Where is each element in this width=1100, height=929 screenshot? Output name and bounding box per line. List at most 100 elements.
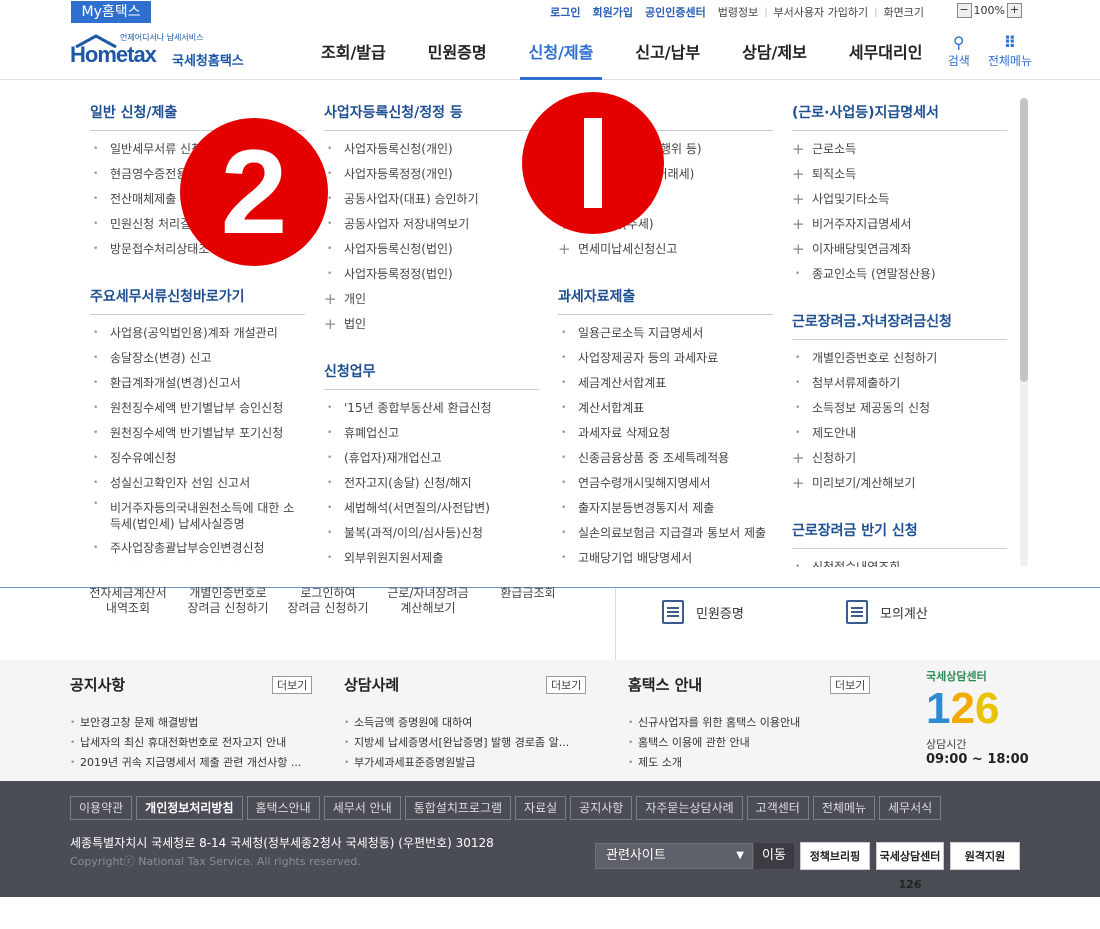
menu-section-title[interactable]: 근로장려금.자녀장려금신청 xyxy=(792,311,1007,340)
footer-link[interactable]: 이용약관 xyxy=(70,796,133,820)
menu-item[interactable]: 일용근로소득 지급명세서 xyxy=(558,321,773,346)
menu-section-title[interactable]: 사업자등록신청/정정 등 xyxy=(324,102,539,131)
notice-item[interactable]: 납세자의 최신 휴대전화번호로 전자고지 안내 xyxy=(70,733,314,753)
notice-item[interactable]: 홈택스 이용에 관한 안내 xyxy=(628,733,872,753)
menu-section-title[interactable]: 근로장려금 반기 신청 xyxy=(792,520,1007,549)
hometax-logo[interactable]: 언제어디서나 납세서비스 Hometax 국세청홈택스 xyxy=(70,32,255,72)
menu-section-title[interactable]: (근로·사업등)지급명세서 xyxy=(792,102,1007,131)
menu-item[interactable]: 세금계산서합계표 xyxy=(558,371,773,396)
menu-item[interactable]: 비거주자등의국내원천소득에 대한 소득세(법인세) 납세사실증명 xyxy=(90,496,305,536)
menu-item[interactable]: 신청하기 xyxy=(792,446,1007,471)
menu-item[interactable]: 미리보기/계산해보기 xyxy=(792,471,1007,496)
menu-item[interactable]: 연금수령개시및해지명세서 xyxy=(558,471,773,496)
nav-item[interactable]: 민원증명 xyxy=(407,24,508,80)
utility-link[interactable]: 법령정보 xyxy=(712,4,764,20)
menu-item[interactable]: 법인 xyxy=(324,312,539,337)
menu-section-title[interactable]: 신청업무 xyxy=(324,361,539,390)
footer-link[interactable]: 자주묻는상담사례 xyxy=(636,796,743,820)
menu-item[interactable]: 사업자등록정정(법인) xyxy=(324,262,539,287)
more-button[interactable]: 더보기 xyxy=(546,676,587,694)
nav-item[interactable]: 상담/제보 xyxy=(721,24,828,80)
menu-item[interactable]: 주사업장총괄납부승인변경신청 xyxy=(90,536,305,561)
footer-link[interactable]: 통합설치프로그램 xyxy=(404,796,512,820)
footer-link[interactable]: 개인정보처리방침 xyxy=(136,796,243,820)
footer-link[interactable]: 전체메뉴 xyxy=(812,796,876,820)
utility-link[interactable]: 부서사용자 가입하기 xyxy=(768,4,875,20)
menu-item[interactable]: 개별인증번호로 신청하기 xyxy=(792,346,1007,371)
nav-item[interactable]: 신청/제출 xyxy=(508,24,615,80)
footer-link[interactable]: 고객센터 xyxy=(746,796,809,820)
menu-item[interactable]: 세법해석(서면질의/사전답변) xyxy=(324,496,539,521)
notice-item[interactable]: 제도 소개 xyxy=(628,753,872,773)
menu-item[interactable]: 이자배당및연금계좌 xyxy=(792,237,1007,262)
menu-item[interactable]: 사업자등록신청(법인) xyxy=(324,237,539,262)
footer-link[interactable]: 공지사항 xyxy=(570,796,633,820)
menu-item[interactable]: 환급계좌개설(변경)신고서 xyxy=(90,371,305,396)
menu-item[interactable]: 비거주자지급명세서 xyxy=(792,212,1007,237)
menu-item[interactable]: 송달장소(변경) 신고 xyxy=(90,346,305,371)
menu-item[interactable]: 공동사업자(대표) 승인하기 xyxy=(324,187,539,212)
zoom-out-button[interactable]: − xyxy=(956,3,972,18)
my-hometax-button[interactable]: My홈택스 xyxy=(71,1,151,23)
menu-item[interactable]: 실손의료보험금 지급결과 통보서 제출 xyxy=(558,521,773,546)
notice-item[interactable]: 부가세과세표준증명원발급 xyxy=(344,753,588,773)
notice-item[interactable]: 소득금액 증명원에 대하여 xyxy=(344,713,588,733)
search-button[interactable]: ⚲ 검색 xyxy=(948,34,970,69)
menu-item[interactable]: 고배당기업 배당명세서 xyxy=(558,546,773,567)
zoom-in-button[interactable]: + xyxy=(1007,3,1022,18)
menu-item[interactable]: 종교인소득 (연말정산용) xyxy=(792,262,1007,287)
menu-item[interactable]: 퇴직소득 xyxy=(792,162,1007,187)
more-button[interactable]: 더보기 xyxy=(830,676,871,694)
nav-item[interactable]: 세무대리인 xyxy=(828,24,944,80)
menu-item[interactable]: 계산서합계표 xyxy=(558,396,773,421)
menu-item[interactable]: '15년 종합부동산세 환급신청 xyxy=(324,396,539,421)
menu-item[interactable]: 개인 xyxy=(324,287,539,312)
remote-support-banner[interactable]: 원격지원 xyxy=(950,842,1020,870)
menu-item[interactable]: 사업용(공익법인용)계좌 개설관리 xyxy=(90,321,305,346)
menu-item[interactable]: 공동사업자 저장내역보기 xyxy=(324,212,539,237)
policy-briefing-banner[interactable]: 정책브리핑 xyxy=(800,842,870,870)
go-button[interactable]: 이동 xyxy=(754,843,794,869)
menu-item[interactable]: 원천징수세액 반기별납부 승인신청 xyxy=(90,396,305,421)
menu-item[interactable]: 경정청구서면 발급신청서 xyxy=(90,561,305,567)
menu-item[interactable]: 성실신고확인자 선임 신고서 xyxy=(90,471,305,496)
notice-item[interactable]: 2019년 귀속 지급명세서 제출 관련 개선사항 ... xyxy=(70,753,314,773)
more-button[interactable]: 더보기 xyxy=(272,676,313,694)
footer-link[interactable]: 세무서 안내 xyxy=(323,796,401,820)
quick-link[interactable]: 환급금조회 xyxy=(478,586,578,616)
menu-item[interactable]: 외부위원지원서제출 xyxy=(324,546,539,567)
menu-item[interactable]: 신청접수내역조회 xyxy=(792,555,1007,567)
quick-link[interactable]: 전자세금계산서 내역조회 xyxy=(78,586,178,616)
menu-scrollbar-thumb[interactable] xyxy=(1020,98,1028,382)
menu-item[interactable]: 소득정보 제공동의 신청 xyxy=(792,396,1007,421)
footer-link[interactable]: 자료실 xyxy=(515,796,567,820)
menu-item[interactable]: 사업장제공자 등의 과세자료 xyxy=(558,346,773,371)
menu-item[interactable]: 사업자등록신청(개인) xyxy=(324,137,539,162)
menu-item[interactable]: 근로소득 xyxy=(792,137,1007,162)
all-menu-button[interactable]: ⠿ 전체메뉴 xyxy=(988,34,1032,69)
menu-item[interactable]: (휴업자)재개업신고 xyxy=(324,446,539,471)
call-center-126[interactable]: 국세상담센터 1 2 6 상담시간 09:00 ~ 18:00 xyxy=(926,668,1036,767)
menu-item[interactable]: 신종금융상품 중 조세특례적용 xyxy=(558,446,773,471)
nav-item[interactable]: 조회/발급 xyxy=(300,24,407,80)
call-center-banner[interactable]: 국세상담센터 126 xyxy=(876,842,944,891)
utility-link[interactable]: 공인인증센터 xyxy=(639,4,712,20)
footer-link[interactable]: 세무서식 xyxy=(879,796,942,820)
related-sites-select[interactable]: 관련사이트 ▼ xyxy=(595,843,753,869)
utility-link[interactable]: 화면크기 xyxy=(878,4,930,20)
menu-section-title[interactable]: 과세자료제출 xyxy=(558,286,773,315)
notice-item[interactable]: 지방세 납세증명서[완납증명] 발행 경로좀 알... xyxy=(344,733,588,753)
menu-item[interactable]: 징수유예신청 xyxy=(90,446,305,471)
menu-item[interactable]: 면세미납세신청신고 xyxy=(558,237,773,262)
nav-item[interactable]: 신고/납부 xyxy=(614,24,721,80)
utility-link[interactable]: 로그인 xyxy=(544,4,586,20)
menu-section-title[interactable]: 주요세무서류신청바로가기 xyxy=(90,286,305,315)
menu-item[interactable]: 원천징수세액 반기별납부 포기신청 xyxy=(90,421,305,446)
menu-item[interactable]: 과세자료 삭제요청 xyxy=(558,421,773,446)
quick-link[interactable]: 개별인증번호로 장려금 신청하기 xyxy=(178,586,278,616)
menu-item[interactable]: 첨부서류제출하기 xyxy=(792,371,1007,396)
quick-link[interactable]: 로그인하여 장려금 신청하기 xyxy=(278,586,378,616)
simulation-link[interactable]: 모의계산 xyxy=(846,600,928,624)
quick-link[interactable]: 근로/자녀장려금 계산해보기 xyxy=(378,586,478,616)
menu-item[interactable]: 전자고지(송달) 신청/해지 xyxy=(324,471,539,496)
